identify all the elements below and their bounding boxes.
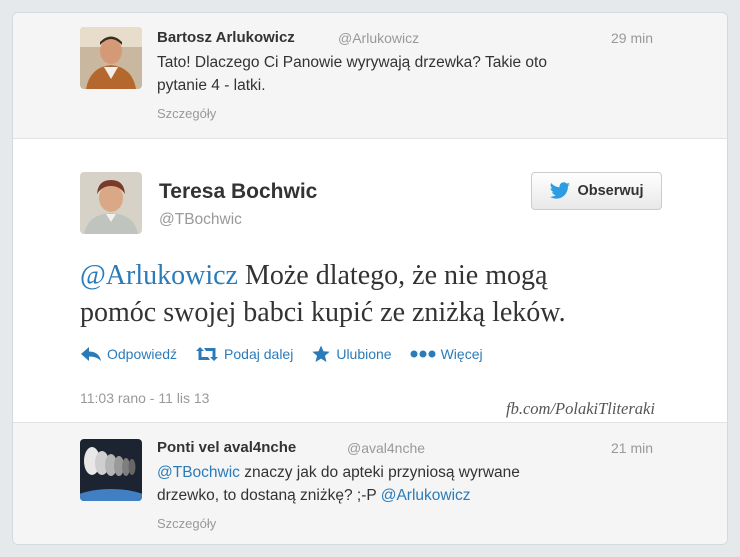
avatar[interactable] [80, 27, 142, 89]
follow-label: Obserwuj [577, 183, 644, 199]
tweet-conversation-card: Bartosz Arlukowicz @Arlukowicz 29 min Ta… [12, 12, 728, 545]
reply-icon [81, 347, 101, 361]
tweet-text: Tato! Dlaczego Ci Panowie wyrywają drzew… [157, 54, 547, 94]
star-icon [312, 345, 331, 362]
details-link[interactable]: Szczegóły [157, 516, 216, 531]
author-handle[interactable]: @Arlukowicz [338, 30, 419, 46]
favorite-button[interactable]: Ulubione [311, 345, 392, 363]
author-handle[interactable]: @aval4nche [347, 440, 425, 456]
mention-link[interactable]: @Arlukowicz [381, 487, 471, 504]
retweet-icon [196, 347, 219, 361]
author-name[interactable]: Teresa Bochwic [159, 180, 317, 204]
bird-icon [550, 182, 571, 199]
main-tweet-text: @Arlukowicz Może dlatego, że nie mogą po… [80, 260, 566, 328]
avatar[interactable] [80, 172, 142, 234]
author-name[interactable]: Bartosz Arlukowicz [157, 29, 295, 46]
author-handle[interactable]: @TBochwic [159, 211, 242, 229]
details-link[interactable]: Szczegóły [157, 106, 216, 121]
parent-tweet[interactable]: Bartosz Arlukowicz @Arlukowicz 29 min Ta… [13, 13, 727, 139]
tweet-time[interactable]: 21 min [611, 440, 653, 456]
mention-link[interactable]: @Arlukowicz [80, 260, 238, 291]
more-dots-icon [410, 350, 436, 358]
author-name[interactable]: Ponti vel aval4nche [157, 439, 296, 456]
mention-link[interactable]: @TBochwic [157, 464, 240, 481]
follow-button[interactable]: Obserwuj [531, 172, 662, 210]
retweet-button[interactable]: Podaj dalej [195, 345, 293, 363]
reply-button[interactable]: Odpowiedź [80, 345, 177, 363]
tweet-text: @TBochwic znaczy jak do apteki przyniosą… [157, 464, 520, 504]
more-button[interactable]: Więcej [410, 345, 483, 363]
reply-tweet[interactable]: Ponti vel aval4nche @aval4nche 21 min @T… [13, 422, 727, 544]
avatar[interactable] [80, 439, 142, 501]
tweet-time[interactable]: 29 min [611, 30, 653, 46]
tweet-timestamp[interactable]: 11:03 rano - 11 lis 13 [80, 390, 209, 406]
tweet-actions: Odpowiedź Podaj dalej Ulubione Więcej [80, 345, 501, 363]
watermark: fb.com/PolakiTliteraki [506, 399, 655, 418]
